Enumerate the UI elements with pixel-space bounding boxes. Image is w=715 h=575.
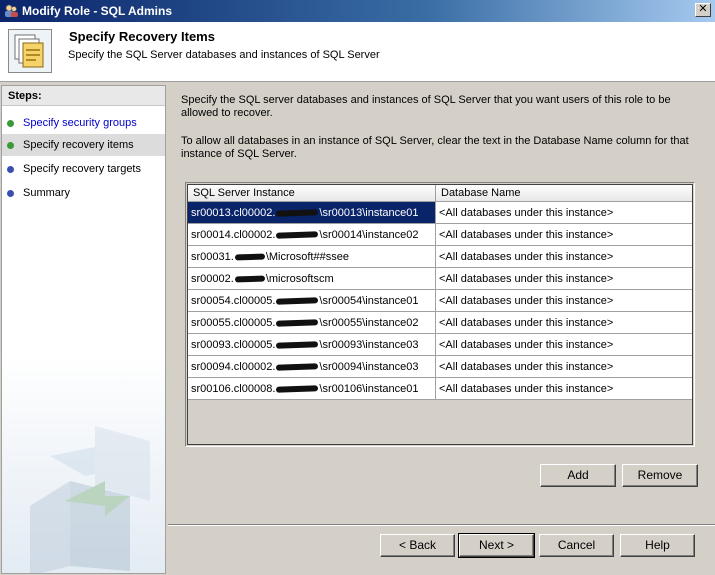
title-bar: Modify Role - SQL Admins ✕ — [0, 0, 715, 22]
redaction-mark — [276, 231, 319, 239]
database-name-cell[interactable]: <All databases under this instance> — [436, 202, 692, 223]
step-label: Specify recovery targets — [23, 163, 141, 175]
step-label: Summary — [23, 187, 71, 199]
instance-name-suffix: \sr00093\instance03 — [319, 339, 419, 351]
sql-server-instance-cell[interactable]: sr00055.cl00005. \sr00055\instance02 — [188, 312, 436, 333]
description-text: Specify the SQL server databases and ins… — [181, 94, 671, 119]
instance-name-prefix: sr00106.cl00008. — [191, 383, 276, 395]
database-name-cell[interactable]: <All databases under this instance> — [436, 290, 692, 311]
grid-header: SQL Server Instance Database Name — [188, 185, 692, 202]
main-content: Specify the SQL server databases and ins… — [168, 85, 715, 525]
table-row[interactable]: sr00094.cl00002. \sr00094\instance03 <All … — [188, 356, 692, 378]
redaction-mark — [276, 209, 319, 217]
table-row[interactable]: sr00055.cl00005. \sr00055\instance02 <All … — [188, 312, 692, 334]
step-summary[interactable]: Summary — [2, 182, 165, 204]
wizard-header: Specify Recovery Items Specify the SQL S… — [0, 22, 715, 82]
recovery-items-grid[interactable]: SQL Server Instance Database Name sr0001… — [185, 182, 695, 447]
instance-name-prefix: sr00054.cl00005. — [191, 295, 276, 307]
redaction-mark — [276, 385, 319, 393]
table-row[interactable]: sr00002. \microsoftscm <All databases unde… — [188, 268, 692, 290]
sql-server-instance-cell[interactable]: sr00002. \microsoftscm — [188, 268, 436, 289]
instance-name-prefix: sr00014.cl00002. — [191, 229, 276, 241]
table-row[interactable]: sr00093.cl00005. \sr00093\instance03 <All … — [188, 334, 692, 356]
column-header-sql-server-instance[interactable]: SQL Server Instance — [188, 185, 436, 202]
step-current-dot-icon — [7, 142, 14, 149]
role-app-icon — [3, 3, 19, 19]
redaction-mark — [276, 363, 319, 371]
instance-name-suffix: \sr00094\instance03 — [319, 361, 419, 373]
database-name-cell[interactable]: <All databases under this instance> — [436, 356, 692, 377]
database-name-cell[interactable]: <All databases under this instance> — [436, 334, 692, 355]
step-specify-recovery-targets[interactable]: Specify recovery targets — [2, 158, 165, 180]
help-button[interactable]: Help — [620, 534, 695, 557]
step-pending-dot-icon — [7, 166, 14, 173]
database-name-cell[interactable]: <All databases under this instance> — [436, 246, 692, 267]
instance-name-prefix: sr00094.cl00002. — [191, 361, 276, 373]
sql-server-instance-cell[interactable]: sr00106.cl00008. \sr00106\instance01 — [188, 378, 436, 399]
sql-server-instance-cell[interactable]: sr00054.cl00005. \sr00054\instance01 — [188, 290, 436, 311]
database-name-cell[interactable]: <All databases under this instance> — [436, 378, 692, 399]
back-button[interactable]: < Back — [380, 534, 455, 557]
recovery-items-icon — [8, 29, 52, 73]
step-specify-security-groups[interactable]: Specify security groups — [2, 112, 165, 134]
redaction-mark — [276, 319, 319, 327]
sql-server-instance-cell[interactable]: sr00014.cl00002. \sr00014\instance02 — [188, 224, 436, 245]
page-subtitle: Specify the SQL Server databases and ins… — [68, 49, 380, 61]
instance-name-prefix: sr00093.cl00005. — [191, 339, 276, 351]
close-icon: ✕ — [698, 3, 708, 15]
redaction-mark — [234, 253, 265, 261]
redaction-mark — [234, 275, 265, 283]
step-pending-dot-icon — [7, 190, 14, 197]
instance-name-suffix: \sr00014\instance02 — [319, 229, 419, 241]
table-row[interactable]: sr00054.cl00005. \sr00054\instance01 <All … — [188, 290, 692, 312]
step-complete-dot-icon — [7, 120, 14, 127]
instance-name-suffix: \microsoftscm — [265, 273, 334, 285]
instance-name-suffix: \sr00013\instance01 — [319, 207, 419, 219]
redaction-mark — [276, 297, 319, 305]
hint-text: To allow all databases in an instance of… — [181, 135, 689, 160]
sql-server-instance-cell[interactable]: sr00094.cl00002. \sr00094\instance03 — [188, 356, 436, 377]
table-row[interactable]: sr00013.cl00002. \sr00013\instance01 <All … — [188, 202, 692, 224]
remove-button[interactable]: Remove — [622, 464, 698, 487]
redaction-mark — [276, 341, 319, 349]
next-button[interactable]: Next > — [458, 533, 535, 558]
wizard-watermark-icon — [10, 386, 160, 573]
add-button[interactable]: Add — [540, 464, 616, 487]
window-title: Modify Role - SQL Admins — [22, 4, 173, 18]
database-name-cell[interactable]: <All databases under this instance> — [436, 312, 692, 333]
instance-name-suffix: \sr00054\instance01 — [319, 295, 419, 307]
sql-server-instance-cell[interactable]: sr00013.cl00002. \sr00013\instance01 — [188, 202, 436, 223]
sql-server-instance-cell[interactable]: sr00031. \Microsoft##ssee — [188, 246, 436, 267]
page-title: Specify Recovery Items — [69, 29, 215, 44]
database-name-cell[interactable]: <All databases under this instance> — [436, 268, 692, 289]
table-row[interactable]: sr00106.cl00008. \sr00106\instance01 <All … — [188, 378, 692, 400]
column-header-database-name[interactable]: Database Name — [436, 185, 692, 202]
instance-name-suffix: \Microsoft##ssee — [265, 251, 349, 263]
instance-name-prefix: sr00055.cl00005. — [191, 317, 276, 329]
table-row[interactable]: sr00031. \Microsoft##ssee <All databases u… — [188, 246, 692, 268]
table-row[interactable]: sr00014.cl00002. \sr00014\instance02 <All … — [188, 224, 692, 246]
close-button[interactable]: ✕ — [695, 3, 711, 17]
database-name-cell[interactable]: <All databases under this instance> — [436, 224, 692, 245]
step-label: Specify recovery items — [23, 139, 134, 151]
step-label: Specify security groups — [23, 117, 137, 129]
step-specify-recovery-items[interactable]: Specify recovery items — [2, 134, 165, 156]
instance-name-prefix: sr00002. — [191, 273, 234, 285]
cancel-button[interactable]: Cancel — [539, 534, 614, 557]
steps-title: Steps: — [2, 86, 165, 106]
instance-name-suffix: \sr00055\instance02 — [319, 317, 419, 329]
steps-panel: Steps: Specify security groups Specify r… — [1, 85, 166, 574]
instance-name-prefix: sr00031. — [191, 251, 234, 263]
instance-name-suffix: \sr00106\instance01 — [319, 383, 419, 395]
footer-divider — [168, 524, 715, 526]
sql-server-instance-cell[interactable]: sr00093.cl00005. \sr00093\instance03 — [188, 334, 436, 355]
instance-name-prefix: sr00013.cl00002. — [191, 207, 276, 219]
